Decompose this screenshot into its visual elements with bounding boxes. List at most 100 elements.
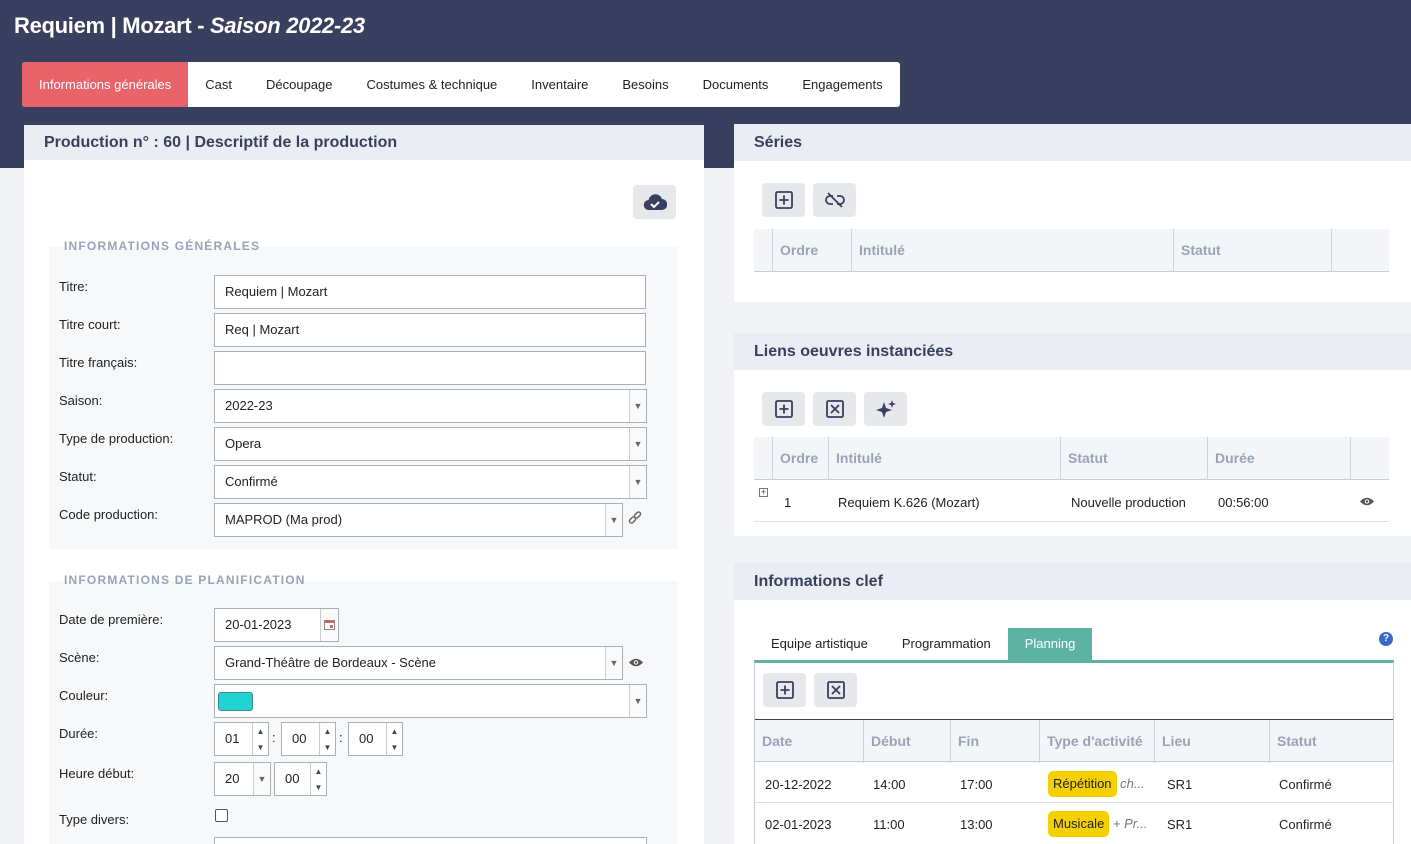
lien-ordre: 1	[784, 495, 792, 510]
chevron-down-icon: ▼	[629, 466, 646, 498]
arrow-down-icon[interactable]: ▼	[311, 779, 326, 795]
tab-equipe-artistique[interactable]: Equipe artistique	[754, 628, 885, 660]
column-statut[interactable]: Statut	[1173, 229, 1331, 272]
x-square-icon	[826, 681, 845, 699]
code-production-select[interactable]: MAPROD (Ma prod) ▼	[214, 503, 623, 537]
code-production-value: MAPROD (Ma prod)	[225, 512, 343, 527]
delete-lien-button[interactable]	[813, 392, 856, 426]
saison-select[interactable]: 2022-23 ▼	[214, 389, 647, 423]
type-divers-checkbox[interactable]	[215, 809, 228, 822]
unlink-series-button[interactable]	[813, 183, 856, 217]
duree-seconds-stepper[interactable]: 00 ▲ ▼	[348, 722, 403, 756]
tab-cast[interactable]: Cast	[188, 62, 249, 107]
column-statut[interactable]: Statut	[1060, 437, 1207, 480]
add-lien-button[interactable]	[762, 392, 805, 426]
delete-planning-button[interactable]	[814, 673, 857, 707]
row-code-production: Code production: MAPROD (Ma prod) ▼	[49, 503, 678, 537]
type-production-label: Type de production:	[59, 431, 174, 446]
column-type-activite[interactable]: Type d'activité	[1039, 720, 1154, 763]
liens-panel: Liens oeuvres instanciées Ordre Intitulé…	[734, 333, 1411, 536]
heure-debut-hours-select[interactable]: 20 ▼	[214, 762, 271, 796]
liens-grid-header: Ordre Intitulé Statut Durée	[754, 437, 1389, 480]
arrow-down-icon[interactable]: ▼	[253, 739, 268, 755]
row-date-premiere: Date de première: 20-01-2023	[49, 608, 678, 642]
planning-date: 20-12-2022	[765, 777, 832, 792]
magic-lien-button[interactable]	[864, 392, 907, 426]
date-premiere-input[interactable]: 20-01-2023	[214, 608, 339, 642]
planning-statut: Confirmé	[1279, 817, 1332, 832]
chevron-down-icon: ▼	[629, 685, 646, 717]
planning-statut: Confirmé	[1279, 777, 1332, 792]
eye-icon[interactable]	[628, 657, 644, 668]
column-debut[interactable]: Début	[863, 720, 950, 763]
help-icon[interactable]: ?	[1379, 632, 1393, 646]
add-planning-button[interactable]	[763, 673, 806, 707]
titre-francais-input[interactable]	[214, 351, 646, 385]
statut-select[interactable]: Confirmé ▼	[214, 465, 647, 499]
column-intitule[interactable]: Intitulé	[828, 437, 1060, 480]
planning-date: 02-01-2023	[765, 817, 832, 832]
row-titre-court: Titre court: Req | Mozart	[49, 313, 678, 347]
row-titre-francais: Titre français:	[49, 351, 678, 385]
date-premiere-value: 20-01-2023	[225, 617, 292, 632]
production-panel-title: Production n° : 60 | Descriptif de la pr…	[24, 125, 704, 160]
key-info-panel: Informations clef Equipe artistique Prog…	[734, 563, 1411, 844]
table-row[interactable]: + 1 Requiem K.626 (Mozart) Nouvelle prod…	[754, 480, 1389, 522]
column-ordre[interactable]: Ordre	[772, 229, 851, 272]
tab-costumes-technique[interactable]: Costumes & technique	[349, 62, 514, 107]
tab-decoupage[interactable]: Découpage	[249, 62, 350, 107]
x-square-icon	[825, 400, 844, 418]
duree-hours-stepper[interactable]: 01 ▲ ▼	[214, 722, 269, 756]
heure-debut-minutes-stepper[interactable]: 00 ▲ ▼	[274, 762, 327, 796]
tab-programmation[interactable]: Programmation	[885, 628, 1008, 660]
couleur-select[interactable]: ▼	[214, 684, 647, 718]
next-field-input[interactable]	[214, 837, 647, 844]
planning-fin: 13:00	[960, 817, 993, 832]
arrow-up-icon[interactable]: ▲	[253, 723, 268, 739]
type-production-select[interactable]: Opera ▼	[214, 427, 647, 461]
heure-debut-minutes-value: 00	[285, 771, 300, 786]
general-info-section: INFORMATIONS GÉNÉRALES Titre: Requiem | …	[49, 239, 678, 549]
chevron-down-icon: ▼	[605, 504, 622, 536]
column-fin[interactable]: Fin	[950, 720, 1039, 763]
scene-label: Scène:	[59, 650, 100, 665]
column-date[interactable]: Date	[755, 720, 863, 763]
column-ordre[interactable]: Ordre	[772, 437, 828, 480]
column-duree[interactable]: Durée	[1207, 437, 1350, 480]
plus-square-icon	[774, 191, 793, 209]
calendar-icon[interactable]	[320, 609, 338, 641]
save-cloud-button[interactable]	[633, 185, 676, 219]
row-titre: Titre: Requiem | Mozart	[49, 275, 678, 309]
duree-seconds-value: 00	[359, 731, 374, 746]
duree-minutes-stepper[interactable]: 00 ▲ ▼	[281, 722, 336, 756]
titre-input[interactable]: Requiem | Mozart	[214, 275, 646, 309]
table-row[interactable]: 20-12-2022 14:00 17:00 Répétition ch... …	[755, 763, 1393, 803]
unlink-icon	[824, 192, 845, 208]
eye-icon[interactable]	[1359, 496, 1375, 507]
tab-engagements[interactable]: Engagements	[785, 62, 899, 107]
titre-court-input[interactable]: Req | Mozart	[214, 313, 646, 347]
scene-select[interactable]: Grand-Théâtre de Bordeaux - Scène ▼	[214, 646, 623, 680]
column-intitule[interactable]: Intitulé	[851, 229, 1173, 272]
arrow-down-icon[interactable]: ▼	[387, 739, 402, 755]
table-row[interactable]: 02-01-2023 11:00 13:00 Musicale + Pr... …	[755, 803, 1393, 843]
column-statut[interactable]: Statut	[1269, 720, 1393, 763]
arrow-down-icon[interactable]: ▼	[320, 739, 335, 755]
tab-documents[interactable]: Documents	[686, 62, 786, 107]
tab-planning[interactable]: Planning	[1007, 628, 1093, 660]
arrow-up-icon[interactable]: ▲	[320, 723, 335, 739]
link-icon[interactable]	[627, 510, 643, 526]
add-series-button[interactable]	[762, 183, 805, 217]
column-lieu[interactable]: Lieu	[1154, 720, 1269, 763]
tab-informations-generales[interactable]: Informations générales	[22, 62, 189, 107]
arrow-up-icon[interactable]: ▲	[311, 763, 326, 779]
activity-extra: + Pr...	[1112, 816, 1148, 831]
planning-info-heading: INFORMATIONS DE PLANIFICATION	[64, 573, 306, 587]
expand-icon[interactable]: +	[759, 488, 768, 497]
activity-badge: Répétition	[1048, 771, 1117, 797]
activity-badge: Musicale	[1048, 811, 1110, 837]
tab-besoins[interactable]: Besoins	[605, 62, 685, 107]
tab-inventaire[interactable]: Inventaire	[514, 62, 605, 107]
arrow-up-icon[interactable]: ▲	[387, 723, 402, 739]
planning-debut: 14:00	[873, 777, 906, 792]
